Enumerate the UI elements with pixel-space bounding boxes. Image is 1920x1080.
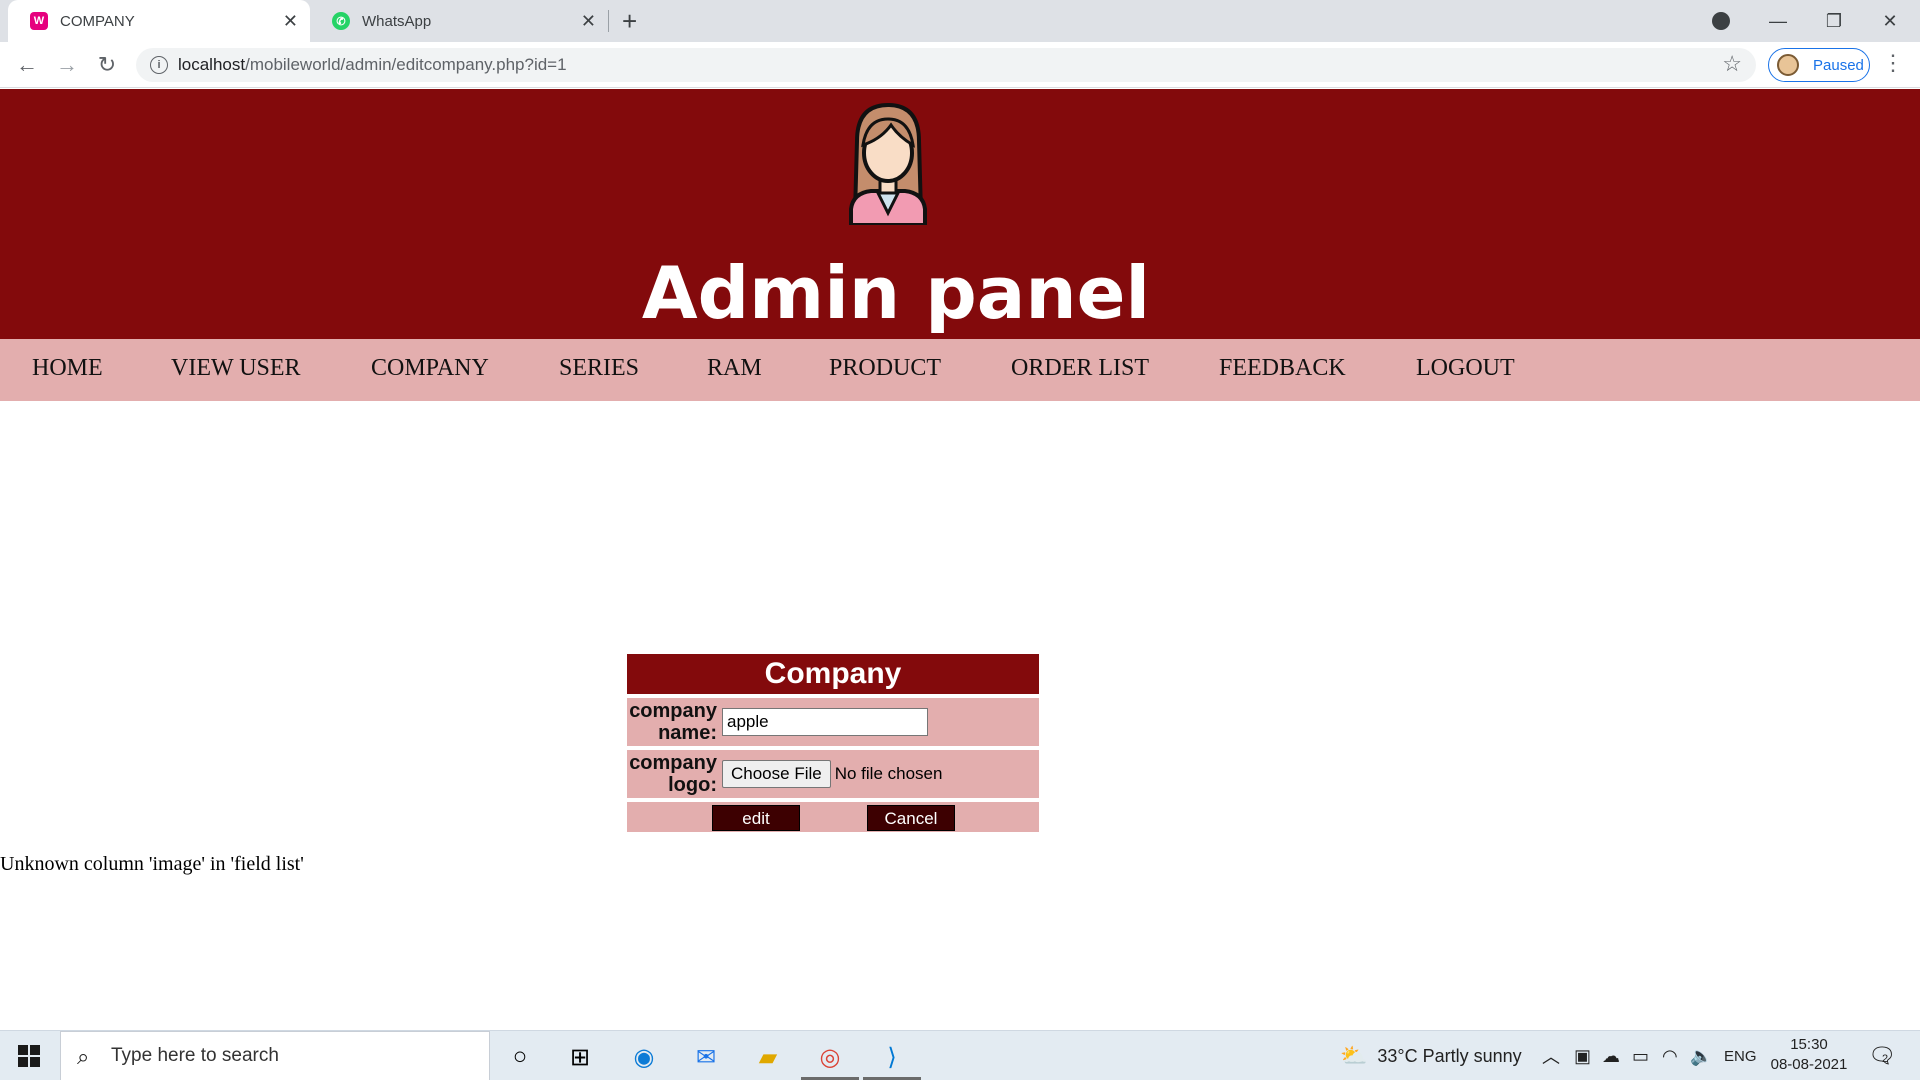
- tab-divider: [608, 10, 609, 32]
- meet-now-icon[interactable]: ▣: [1574, 1031, 1591, 1080]
- nav-company[interactable]: COMPANY: [371, 355, 489, 382]
- clock-time: 15:30: [1790, 1036, 1828, 1053]
- nav-feedback[interactable]: FEEDBACK: [1219, 355, 1346, 382]
- edit-company-form: Company company name: company logo: Choo…: [627, 654, 1039, 836]
- new-tab-icon[interactable]: +: [622, 6, 637, 37]
- company-logo-cell: Choose File No file chosen: [719, 750, 1039, 798]
- error-message: Unknown column 'image' in 'field list': [0, 853, 304, 875]
- task-view-icon[interactable]: ⊞: [560, 1039, 600, 1075]
- onedrive-icon[interactable]: ☁: [1602, 1031, 1620, 1080]
- nav-product[interactable]: PRODUCT: [829, 355, 941, 382]
- wamp-icon: W: [30, 12, 48, 30]
- cortana-icon[interactable]: ○: [500, 1039, 540, 1075]
- taskbar: ⌕ Type here to search ○ ⊞ ◉ ✉ ▰ ◎ ⟩ ⛅ 33…: [0, 1030, 1920, 1080]
- browser-menu-icon[interactable]: ⋮: [1882, 50, 1904, 76]
- address-bar[interactable]: i localhost/mobileworld/admin/editcompan…: [136, 48, 1756, 82]
- company-name-cell: [719, 698, 1039, 746]
- nav-logout[interactable]: LOGOUT: [1416, 355, 1515, 382]
- tab-whatsapp[interactable]: ✆ WhatsApp ✕: [310, 0, 608, 42]
- clock[interactable]: 15:30 08-08-2021: [1764, 1035, 1854, 1075]
- label-line: logo:: [668, 774, 717, 796]
- company-name-row: company name:: [627, 698, 1039, 746]
- page-header: Admin panel: [0, 89, 1920, 339]
- profile-button[interactable]: Paused: [1768, 48, 1870, 82]
- profile-avatar-icon: [1777, 54, 1799, 76]
- edit-button[interactable]: edit: [712, 805, 800, 831]
- minimize-icon[interactable]: —: [1750, 0, 1806, 42]
- window-close-icon[interactable]: ✕: [1862, 0, 1918, 42]
- clock-date: 08-08-2021: [1770, 1056, 1848, 1073]
- partly-sunny-icon: ⛅: [1340, 1043, 1368, 1068]
- nav-ram[interactable]: RAM: [707, 355, 762, 382]
- main-nav: HOME VIEW USER COMPANY SERIES RAM PRODUC…: [0, 339, 1920, 401]
- battery-icon[interactable]: ▭: [1632, 1031, 1649, 1080]
- close-tab-icon[interactable]: ✕: [581, 11, 596, 32]
- label-line: company: [629, 700, 717, 722]
- form-actions: edit Cancel: [627, 802, 1039, 832]
- vscode-icon[interactable]: ⟩: [872, 1039, 912, 1075]
- profile-status: Paused: [1813, 56, 1864, 74]
- url-host: localhost: [178, 55, 246, 74]
- form-actions-row: edit Cancel: [627, 802, 1039, 832]
- tab-title: WhatsApp: [362, 12, 432, 30]
- company-logo-label: company logo:: [627, 750, 719, 798]
- forward-icon[interactable]: →: [52, 50, 82, 80]
- whatsapp-icon: ✆: [332, 12, 350, 30]
- form-heading: Company: [627, 654, 1039, 694]
- label-line: name:: [658, 722, 717, 744]
- notifications-icon[interactable]: 🗨 2: [1868, 1031, 1896, 1080]
- windows-start-icon[interactable]: [18, 1045, 40, 1067]
- site-info-icon[interactable]: i: [150, 56, 168, 74]
- mail-icon[interactable]: ✉: [686, 1039, 726, 1075]
- file-status: No file chosen: [834, 764, 943, 783]
- url-path: /mobileworld/admin/editcompany.php?id=1: [245, 55, 567, 74]
- cancel-button[interactable]: Cancel: [867, 805, 955, 831]
- company-name-input[interactable]: [722, 708, 928, 736]
- volume-icon[interactable]: 🔈: [1690, 1031, 1712, 1080]
- browser-tab-strip: W COMPANY ✕ ✆ WhatsApp ✕ + — ❐ ✕: [0, 0, 1920, 42]
- admin-woman-avatar-icon: [849, 102, 927, 225]
- notification-count: 2: [1881, 1053, 1889, 1065]
- choose-file-button[interactable]: Choose File: [722, 760, 831, 788]
- reload-icon[interactable]: ↻: [92, 50, 122, 80]
- page-title: Admin panel: [641, 251, 1151, 335]
- company-logo-row: company logo: Choose File No file chosen: [627, 750, 1039, 798]
- nav-series[interactable]: SERIES: [559, 355, 639, 382]
- weather-text: 33°C Partly sunny: [1377, 1045, 1522, 1066]
- browser-toolbar: ← → ↻ i localhost/mobileworld/admin/edit…: [0, 42, 1920, 88]
- edge-icon[interactable]: ◉: [624, 1039, 664, 1075]
- back-icon[interactable]: ←: [12, 50, 42, 80]
- chrome-icon[interactable]: ◎: [810, 1039, 850, 1075]
- nav-view-user[interactable]: VIEW USER: [171, 355, 301, 382]
- search-placeholder: Type here to search: [111, 1045, 279, 1066]
- file-explorer-icon[interactable]: ▰: [748, 1039, 788, 1075]
- language-indicator[interactable]: ENG: [1724, 1031, 1757, 1080]
- tab-title: COMPANY: [60, 12, 135, 30]
- search-icon: ⌕: [77, 1044, 90, 1069]
- label-line: company: [629, 752, 717, 774]
- company-name-label: company name:: [627, 698, 719, 746]
- bookmark-star-icon[interactable]: ☆: [1722, 51, 1742, 77]
- nav-home[interactable]: HOME: [32, 355, 103, 382]
- tab-company[interactable]: W COMPANY ✕: [8, 0, 310, 42]
- tray-overflow-icon[interactable]: ︿: [1542, 1031, 1560, 1080]
- form-table: Company company name: company logo: Choo…: [627, 650, 1039, 836]
- restore-icon[interactable]: ❐: [1806, 0, 1862, 42]
- weather-widget[interactable]: ⛅ 33°C Partly sunny: [1340, 1031, 1522, 1080]
- wifi-icon[interactable]: ◠: [1662, 1031, 1678, 1080]
- taskbar-search-box[interactable]: ⌕ Type here to search: [60, 1031, 490, 1080]
- tab-search-icon[interactable]: [1712, 12, 1730, 30]
- close-tab-icon[interactable]: ✕: [283, 11, 298, 32]
- nav-order-list[interactable]: ORDER LIST: [1011, 355, 1149, 382]
